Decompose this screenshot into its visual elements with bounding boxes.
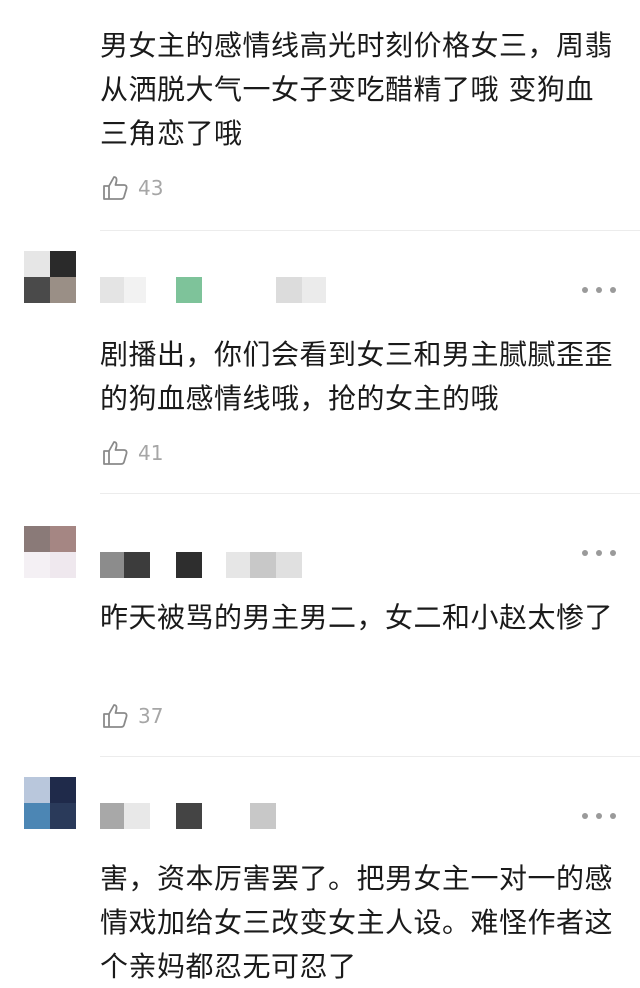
- like-count: 43: [138, 176, 164, 200]
- like-button[interactable]: 37: [100, 699, 163, 733]
- comment-1: 男女主的感情线高光时刻价格女三，周翡从洒脱大气一女子变吃醋精了哦 变狗血三角恋了…: [0, 0, 640, 230]
- comment-4: 害，资本厉害罢了。把男女主一对一的感情戏加给女三改变女主人设。难怪作者这个亲妈都…: [0, 757, 640, 988]
- more-options-button[interactable]: [582, 285, 616, 295]
- thumbs-up-icon: [103, 704, 128, 728]
- like-button[interactable]: 41: [100, 436, 163, 470]
- comment-2: 剧播出，你们会看到女三和男主腻腻歪歪的狗血感情线哦，抢的女主的哦 41: [0, 231, 640, 493]
- thumbs-up-icon: [103, 176, 128, 200]
- comment-text: 男女主的感情线高光时刻价格女三，周翡从洒脱大气一女子变吃醋精了哦 变狗血三角恋了…: [100, 29, 614, 150]
- more-dots-icon: [582, 287, 588, 293]
- more-options-button[interactable]: [582, 548, 616, 558]
- comment-text: 昨天被骂的男主男二，女二和小赵太惨了: [100, 601, 614, 634]
- like-button[interactable]: 43: [100, 171, 163, 205]
- username-blurred[interactable]: [100, 552, 340, 578]
- more-options-button[interactable]: [582, 811, 616, 821]
- avatar[interactable]: [24, 526, 76, 578]
- avatar[interactable]: [24, 251, 76, 303]
- thumbs-up-icon: [103, 441, 128, 465]
- username-blurred[interactable]: [100, 277, 340, 303]
- avatar[interactable]: [24, 777, 76, 829]
- comment-3: 昨天被骂的男主男二，女二和小赵太惨了 37: [0, 494, 640, 756]
- more-dots-icon: [582, 813, 588, 819]
- like-count: 37: [138, 704, 164, 728]
- username-blurred[interactable]: [100, 803, 340, 829]
- more-dots-icon: [582, 550, 588, 556]
- comment-text: 剧播出，你们会看到女三和男主腻腻歪歪的狗血感情线哦，抢的女主的哦: [100, 338, 614, 415]
- like-count: 41: [138, 441, 164, 465]
- comment-text: 害，资本厉害罢了。把男女主一对一的感情戏加给女三改变女主人设。难怪作者这个亲妈都…: [100, 862, 614, 983]
